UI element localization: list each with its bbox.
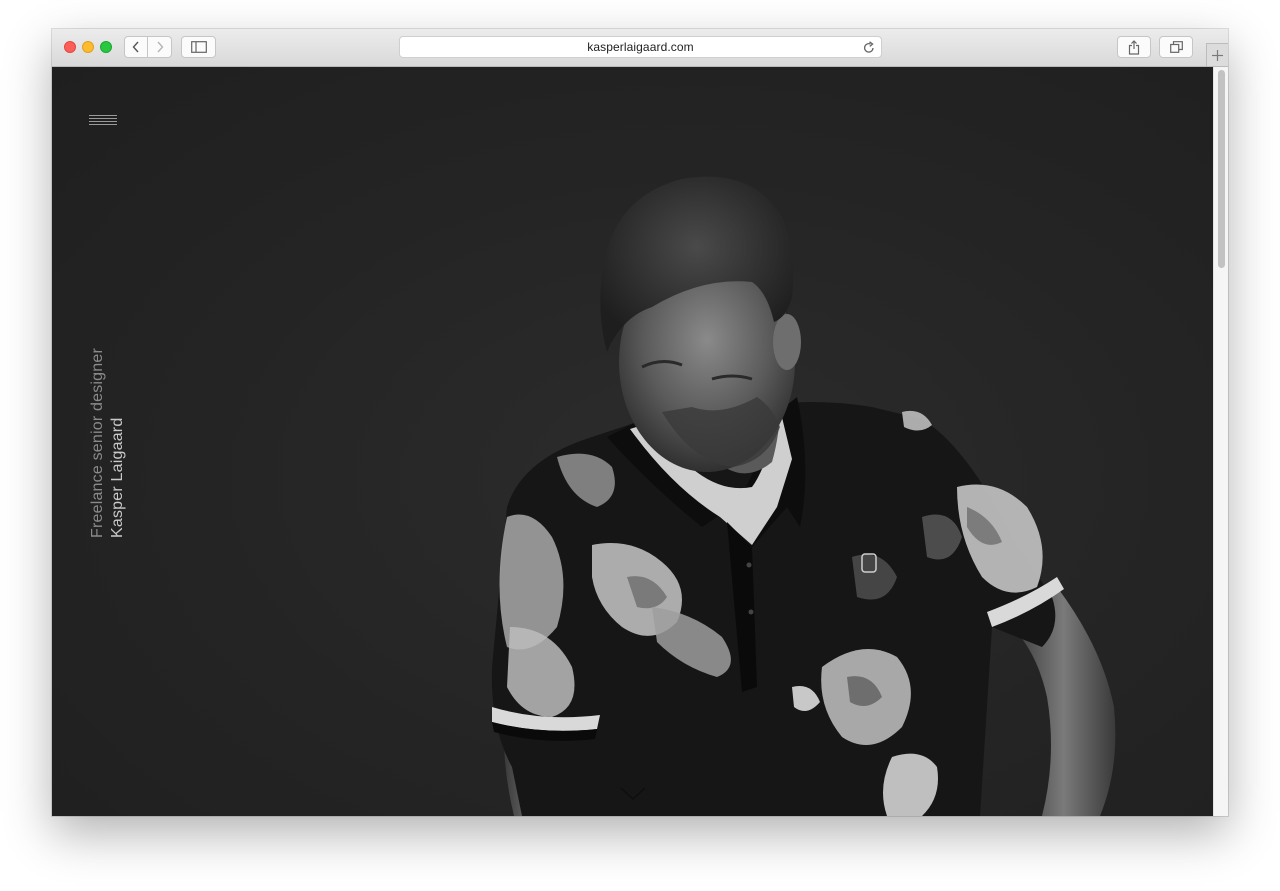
scrollbar-thumb[interactable]	[1218, 70, 1225, 268]
plus-icon	[1212, 49, 1223, 61]
designer-name: Kasper Laigaard	[109, 417, 126, 538]
minimize-window-button[interactable]	[82, 41, 94, 53]
close-window-button[interactable]	[64, 41, 76, 53]
chevron-down-icon[interactable]	[620, 787, 646, 801]
reload-icon[interactable]	[863, 41, 875, 54]
address-url: kasperlaigaard.com	[587, 40, 694, 54]
web-page: Freelance senior designer Kasper Laigaar…	[52, 67, 1213, 816]
browser-window: kasperlaigaard.com Freelance senior desi…	[52, 29, 1228, 816]
designer-role: Freelance senior designer	[89, 348, 106, 538]
show-sidebar-button[interactable]	[181, 36, 216, 58]
new-tab-button[interactable]	[1206, 43, 1228, 66]
vertical-scrollbar[interactable]	[1213, 67, 1228, 816]
chevron-left-icon	[132, 41, 139, 53]
browser-toolbar: kasperlaigaard.com	[52, 29, 1228, 67]
tabs-overview-icon	[1169, 41, 1183, 53]
intro-text: Freelance senior designer Kasper Laigaar…	[88, 328, 128, 538]
share-icon	[1128, 39, 1140, 55]
share-button[interactable]	[1117, 36, 1151, 58]
zoom-window-button[interactable]	[100, 41, 112, 53]
forward-button[interactable]	[148, 36, 172, 58]
sidebar-icon	[190, 41, 207, 53]
hamburger-menu-icon[interactable]	[89, 115, 117, 127]
back-button[interactable]	[124, 36, 148, 58]
address-bar[interactable]: kasperlaigaard.com	[399, 36, 882, 58]
chevron-right-icon	[156, 41, 163, 53]
show-all-tabs-button[interactable]	[1159, 36, 1193, 58]
hero-portrait-photo	[491, 176, 1116, 816]
